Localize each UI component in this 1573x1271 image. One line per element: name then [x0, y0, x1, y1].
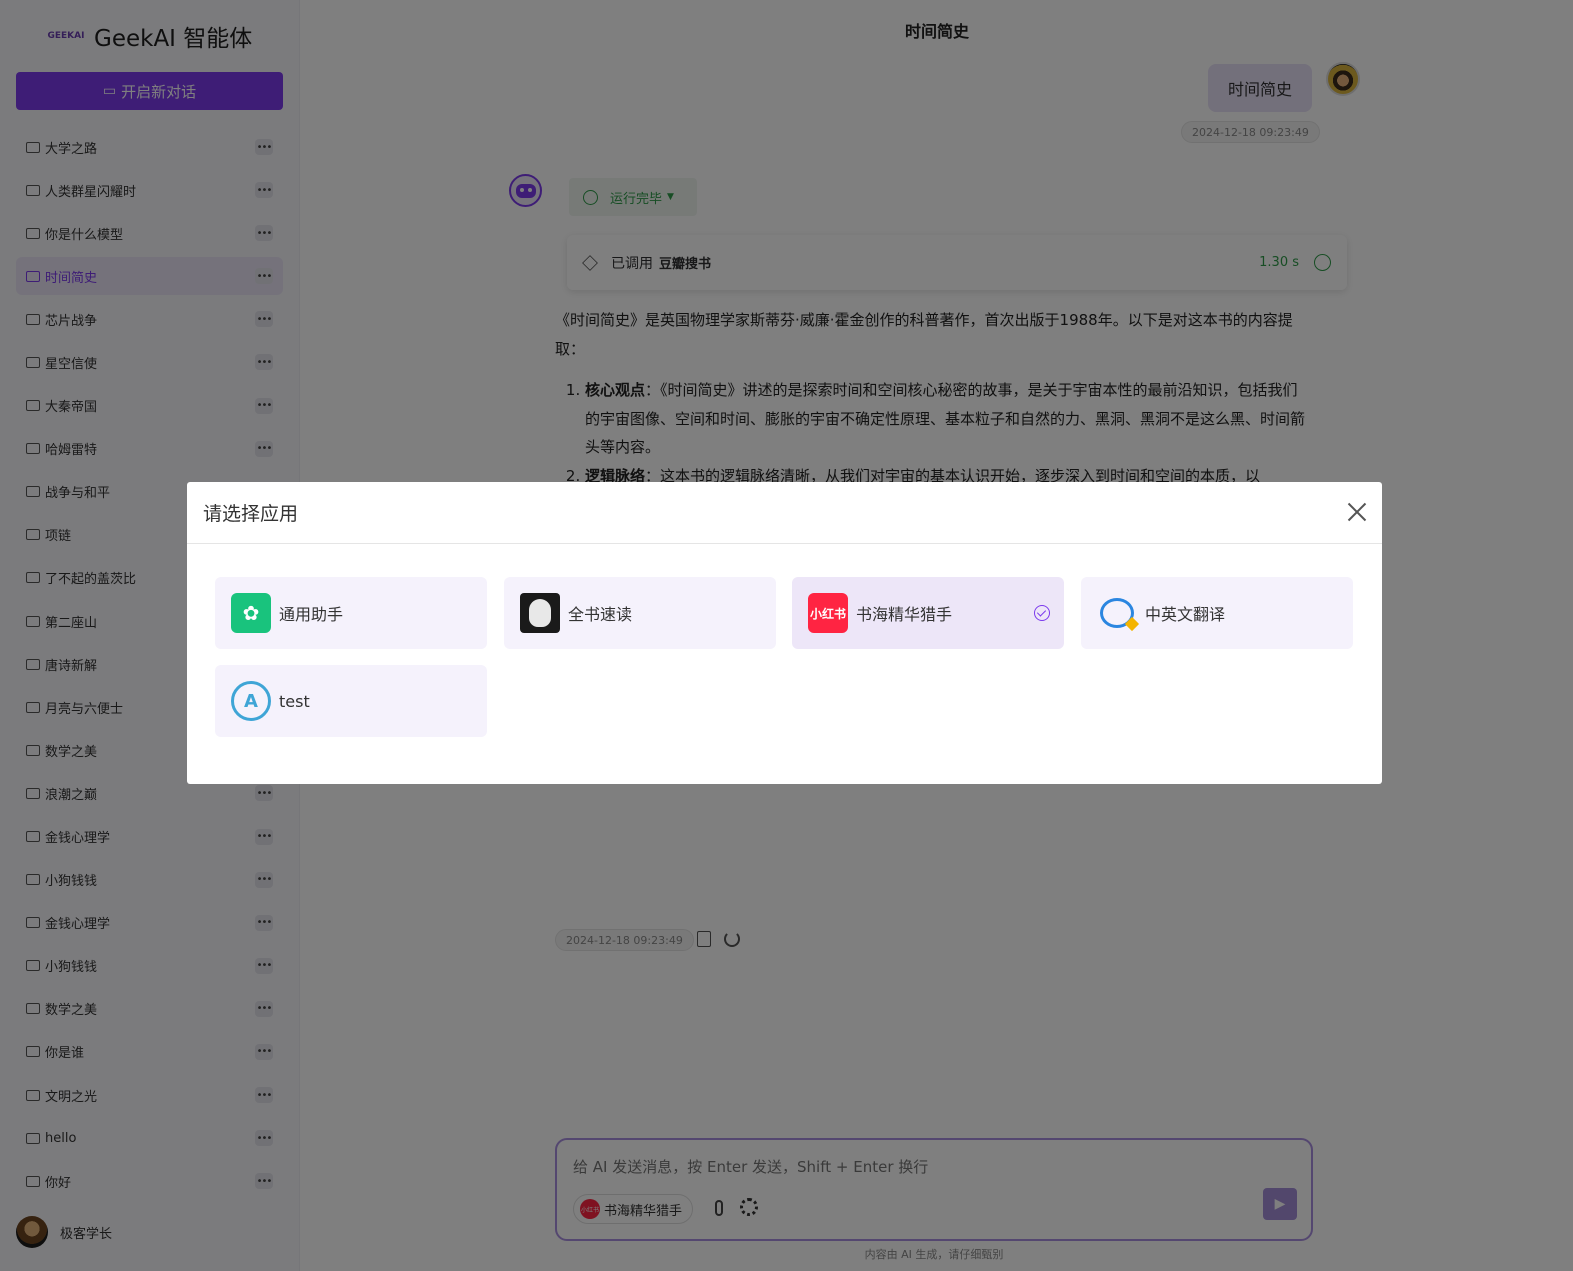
close-icon[interactable]	[1346, 501, 1368, 523]
chat-bubble-translate-icon	[1097, 593, 1137, 633]
app-name: 书海精华猎手	[856, 605, 953, 624]
modal-overlay[interactable]: 请选择应用 ✿ 通用助手 全书速读 小红书 书海精华猎手 中英文翻译 Atest	[0, 0, 1573, 1271]
app-card[interactable]: ✿ 通用助手	[215, 577, 487, 649]
app-name: 全书速读	[568, 605, 633, 624]
app-name: test	[279, 691, 310, 711]
app-store-icon: A	[231, 681, 271, 721]
select-app-dialog: 请选择应用 ✿ 通用助手 全书速读 小红书 书海精华猎手 中英文翻译 Atest	[187, 482, 1382, 784]
app-card[interactable]: 全书速读	[504, 577, 776, 649]
app-card[interactable]: 小红书 书海精华猎手	[792, 577, 1064, 649]
app-card[interactable]: Atest	[215, 665, 487, 737]
gpt-icon: ✿	[231, 593, 271, 633]
dialog-title: 请选择应用	[187, 482, 1382, 544]
selected-check-icon	[1034, 605, 1050, 621]
xiaohongshu-icon: 小红书	[808, 593, 848, 633]
app-name: 中英文翻译	[1145, 605, 1226, 624]
app-name: 通用助手	[279, 605, 344, 624]
app-card[interactable]: 中英文翻译	[1081, 577, 1353, 649]
anonymous-mask-icon	[520, 593, 560, 633]
